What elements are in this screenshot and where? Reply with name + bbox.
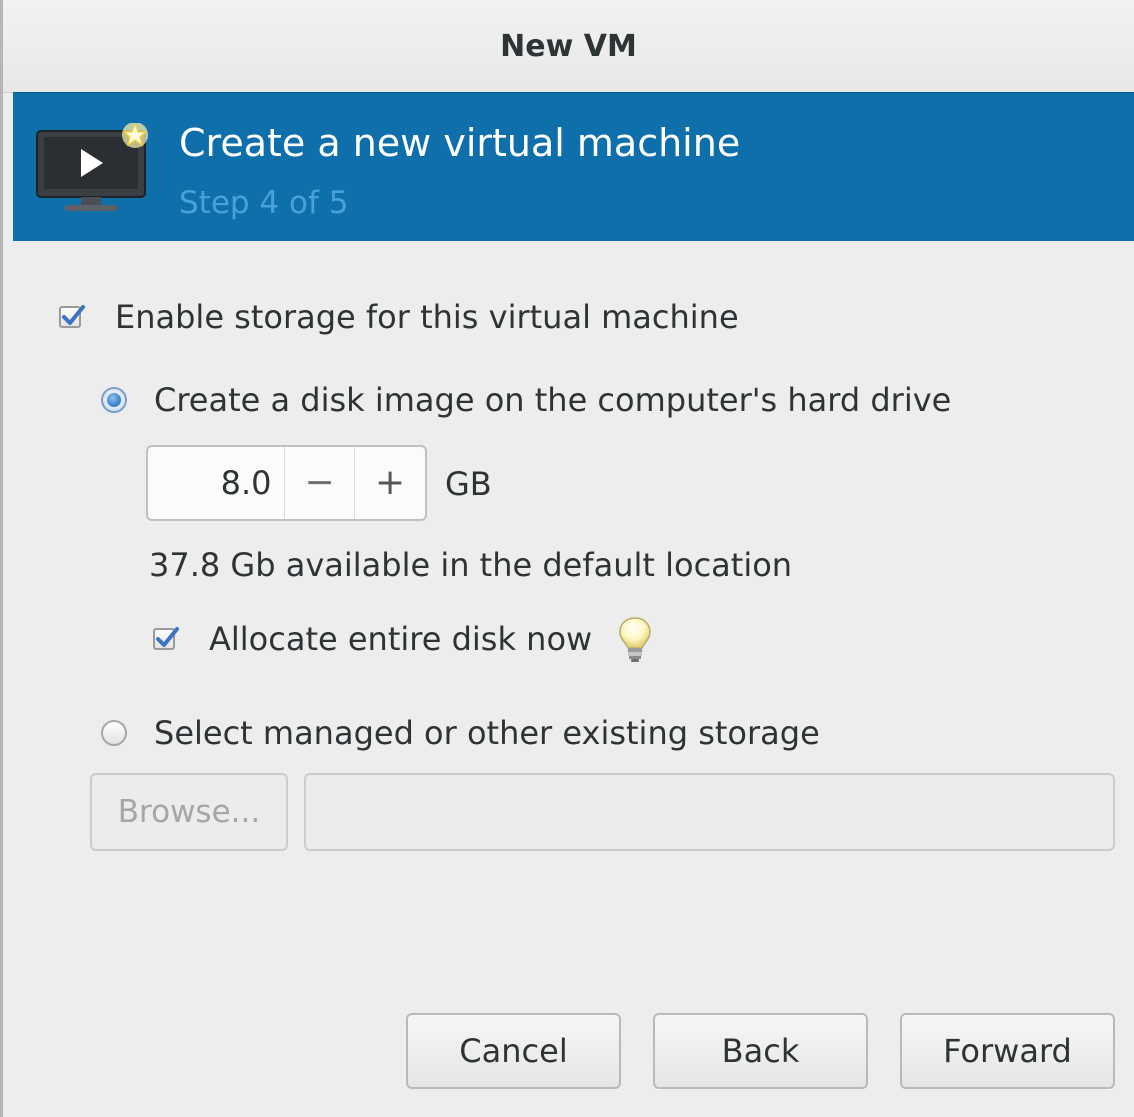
radio-selected-dot xyxy=(107,393,121,407)
new-vm-dialog: New VM Create a new virtual machine Step… xyxy=(0,0,1134,1117)
wizard-title: Create a new virtual machine xyxy=(179,121,741,165)
lightbulb-icon xyxy=(619,617,651,662)
increment-button[interactable]: + xyxy=(355,447,425,519)
existing-storage-radio[interactable] xyxy=(101,720,127,746)
enable-storage-label: Enable storage for this virtual machine xyxy=(115,298,739,336)
existing-storage-option[interactable]: Select managed or other existing storage xyxy=(101,714,820,752)
create-disk-option[interactable]: Create a disk image on the computer's ha… xyxy=(101,381,951,419)
wizard-step: Step 4 of 5 xyxy=(179,185,349,221)
allocate-disk-checkbox[interactable] xyxy=(153,627,179,650)
create-disk-radio[interactable] xyxy=(101,387,127,413)
storage-page: Enable storage for this virtual machine … xyxy=(3,240,1134,1117)
back-button[interactable]: Back xyxy=(653,1013,868,1089)
disk-size-unit: GB xyxy=(445,465,492,503)
checkmark-icon xyxy=(62,305,85,325)
cancel-button[interactable]: Cancel xyxy=(406,1013,621,1089)
vm-display-new-icon xyxy=(36,123,148,211)
checkmark-icon xyxy=(156,627,179,647)
wizard-header: Create a new virtual machine Step 4 of 5 xyxy=(13,92,1134,241)
disk-size-input[interactable]: 8.0 xyxy=(148,447,285,519)
enable-storage-checkbox[interactable] xyxy=(59,305,85,328)
allocate-disk-label: Allocate entire disk now xyxy=(209,620,593,658)
storage-path-field[interactable] xyxy=(304,773,1115,851)
allocate-disk-row[interactable]: Allocate entire disk now xyxy=(153,614,652,664)
available-space-text: 37.8 Gb available in the default locatio… xyxy=(149,546,793,584)
existing-storage-label: Select managed or other existing storage xyxy=(154,714,820,752)
disk-size-spinner: 8.0 − + xyxy=(146,445,427,521)
window-title: New VM xyxy=(500,28,637,64)
title-bar[interactable]: New VM xyxy=(3,0,1134,93)
decrement-button[interactable]: − xyxy=(285,447,356,519)
enable-storage-row[interactable]: Enable storage for this virtual machine xyxy=(59,298,739,336)
forward-button[interactable]: Forward xyxy=(900,1013,1115,1089)
create-disk-label: Create a disk image on the computer's ha… xyxy=(154,381,952,419)
browse-button[interactable]: Browse... xyxy=(90,773,288,851)
